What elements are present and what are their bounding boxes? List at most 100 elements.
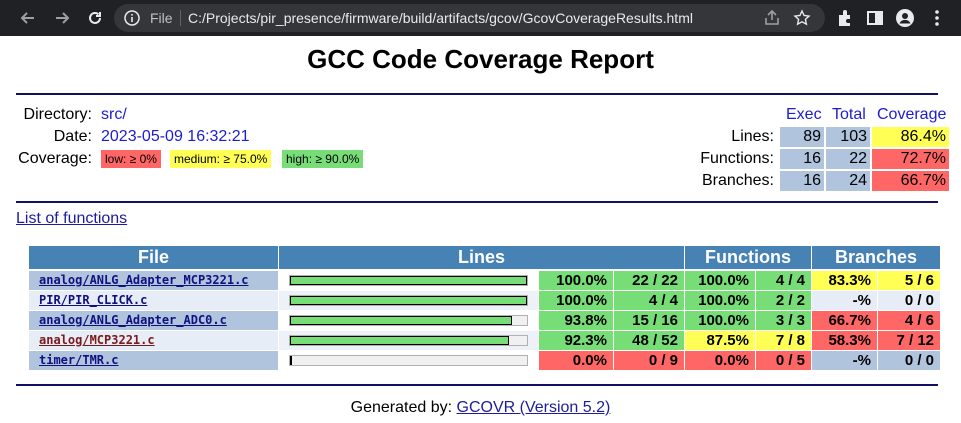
table-row: analog/ANLG_Adapter_MCP3221.c 100.0% 22 / … xyxy=(29,271,940,290)
legend-low: low: ≥ 0% xyxy=(101,150,161,168)
url-text[interactable]: C:/Projects/pir_presence/firmware/build/… xyxy=(188,10,693,26)
info-icon[interactable] xyxy=(124,10,140,26)
date-label: Date: xyxy=(53,128,92,145)
forward-button[interactable] xyxy=(50,6,74,30)
profile-icon[interactable] xyxy=(895,8,915,28)
function-coverage-percent: 100.0% xyxy=(685,271,755,290)
line-coverage-count: 0 / 9 xyxy=(614,351,684,370)
coverage-label: Coverage: xyxy=(18,150,92,167)
line-coverage-percent: 0.0% xyxy=(539,351,613,370)
line-coverage-bar-fill xyxy=(290,276,527,285)
line-coverage-count: 4 / 4 xyxy=(614,291,684,310)
summary-branches-coverage: 66.7% xyxy=(872,171,949,191)
header-divider xyxy=(16,93,938,95)
line-coverage-bar xyxy=(289,355,528,366)
line-coverage-bar-cell xyxy=(279,271,538,290)
line-coverage-bar-fill xyxy=(290,336,509,345)
line-coverage-bar-fill xyxy=(290,316,513,325)
summary-branches-total: 24 xyxy=(826,171,870,191)
legend-medium: medium: ≥ 75.0% xyxy=(170,150,272,168)
line-coverage-percent: 93.8% xyxy=(539,311,613,330)
summary-header-exec: Exec xyxy=(786,106,822,123)
line-coverage-bar-fill xyxy=(290,296,527,305)
gcovr-link[interactable]: GCOVR (Version 5.2) xyxy=(457,399,611,416)
line-coverage-count: 48 / 52 xyxy=(614,331,684,350)
branch-coverage-percent: -% xyxy=(812,351,877,370)
line-coverage-count: 15 / 16 xyxy=(614,311,684,330)
header-file[interactable]: File xyxy=(29,246,278,269)
list-of-functions-link[interactable]: List of functions xyxy=(16,209,127,229)
line-coverage-bar-fill xyxy=(290,356,292,365)
header-lines[interactable]: Lines xyxy=(279,246,684,269)
bookmark-star-icon[interactable] xyxy=(793,9,811,27)
date-value: 2023-05-09 16:32:21 xyxy=(101,128,250,145)
footer-prefix: Generated by: xyxy=(350,399,457,416)
summary-functions-coverage: 72.7% xyxy=(872,149,949,169)
line-coverage-bar xyxy=(289,335,528,346)
summary-functions-exec: 16 xyxy=(780,149,824,169)
summary-lines-coverage: 86.4% xyxy=(872,127,949,147)
line-coverage-percent: 92.3% xyxy=(539,331,613,350)
file-link[interactable]: analog/ANLG_Adapter_ADC0.c xyxy=(29,311,278,330)
summary-lines-total: 103 xyxy=(826,127,870,147)
report-page: GCC Code Coverage Report Directory: src/… xyxy=(0,36,961,423)
address-bar[interactable]: File C:/Projects/pir_presence/firmware/b… xyxy=(114,4,825,32)
line-coverage-bar-cell xyxy=(279,351,538,370)
file-link[interactable]: analog/MCP3221.c xyxy=(29,331,278,350)
omnibox-divider xyxy=(180,10,181,26)
header-branches[interactable]: Branches xyxy=(812,246,940,269)
branch-coverage-count: 0 / 0 xyxy=(878,351,940,370)
branch-coverage-count: 4 / 6 xyxy=(878,311,940,330)
menu-kebab-icon[interactable] xyxy=(927,8,947,28)
function-coverage-percent: 100.0% xyxy=(685,311,755,330)
line-coverage-count: 22 / 22 xyxy=(614,271,684,290)
summary-header-coverage: Coverage xyxy=(877,106,947,123)
browser-toolbar: File C:/Projects/pir_presence/firmware/b… xyxy=(0,0,961,36)
footer-divider xyxy=(16,384,938,386)
table-row: analog/ANLG_Adapter_ADC0.c 93.8% 15 / 16 10… xyxy=(29,311,940,330)
function-coverage-count: 0 / 5 xyxy=(756,351,811,370)
legend-high: high: ≥ 90.0% xyxy=(282,150,364,168)
summary-lines-exec: 89 xyxy=(780,127,824,147)
line-coverage-bar xyxy=(289,295,528,306)
function-coverage-count: 2 / 2 xyxy=(756,291,811,310)
report-info: Directory: src/ Date: 2023-05-09 16:32:2… xyxy=(0,104,400,174)
summary-functions-total: 22 xyxy=(826,149,870,169)
function-coverage-count: 7 / 8 xyxy=(756,331,811,350)
line-coverage-bar-cell xyxy=(279,291,538,310)
table-row: analog/MCP3221.c 92.3% 48 / 52 87.5% 7 / 8 58… xyxy=(29,331,940,350)
function-coverage-count: 4 / 4 xyxy=(756,271,811,290)
line-coverage-percent: 100.0% xyxy=(539,291,613,310)
line-coverage-bar-cell xyxy=(279,311,538,330)
file-link[interactable]: analog/ANLG_Adapter_MCP3221.c xyxy=(29,271,278,290)
back-button[interactable] xyxy=(16,6,40,30)
side-panel-icon[interactable] xyxy=(865,8,885,28)
branch-coverage-count: 5 / 6 xyxy=(878,271,940,290)
summary-label-functions: Functions: xyxy=(700,150,774,167)
arrow-right-icon xyxy=(56,12,70,24)
file-link[interactable]: timer/TMR.c xyxy=(29,351,278,370)
line-coverage-bar-cell xyxy=(279,331,538,350)
branch-coverage-count: 0 / 0 xyxy=(878,291,940,310)
page-title: GCC Code Coverage Report xyxy=(307,44,654,74)
directory-value: src/ xyxy=(101,106,127,123)
branch-coverage-count: 7 / 12 xyxy=(878,331,940,350)
reload-button[interactable] xyxy=(83,6,107,30)
function-coverage-count: 3 / 3 xyxy=(756,311,811,330)
file-link[interactable]: PIR/PIR_CLICK.c xyxy=(29,291,278,310)
table-row: timer/TMR.c 0.0% 0 / 9 0.0% 0 / 5 -% 0 / 0 xyxy=(29,351,940,370)
summary-divider xyxy=(16,201,938,203)
function-coverage-percent: 0.0% xyxy=(685,351,755,370)
file-scheme-label: File xyxy=(150,10,173,26)
reload-icon xyxy=(89,11,101,24)
branch-coverage-percent: -% xyxy=(812,291,877,310)
function-coverage-percent: 100.0% xyxy=(685,291,755,310)
share-icon[interactable] xyxy=(763,9,781,27)
branch-coverage-percent: 58.3% xyxy=(812,331,877,350)
summary-label-branches: Branches: xyxy=(701,172,774,189)
extensions-icon[interactable] xyxy=(835,8,855,28)
summary-label-lines: Lines: xyxy=(731,128,774,145)
branch-coverage-percent: 66.7% xyxy=(812,311,877,330)
line-coverage-percent: 100.0% xyxy=(539,271,613,290)
header-functions[interactable]: Functions xyxy=(685,246,811,269)
